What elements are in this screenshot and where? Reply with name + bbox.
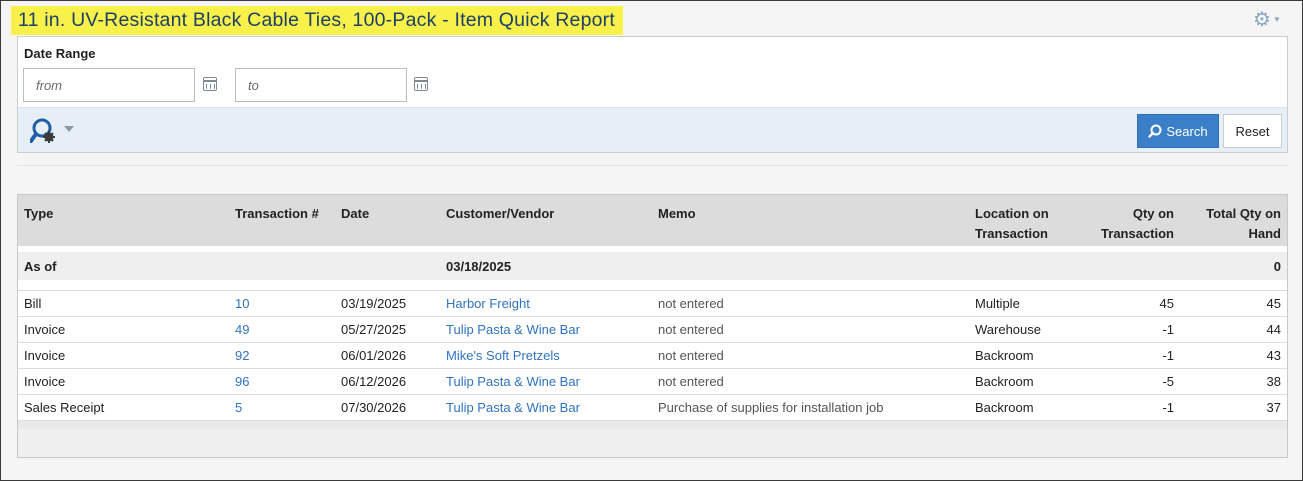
- calendar-to-icon[interactable]: [414, 77, 428, 91]
- cell-memo: Purchase of supplies for installation jo…: [652, 394, 969, 421]
- calendar-from-icon[interactable]: [203, 77, 217, 91]
- cell-location: Multiple: [969, 290, 1083, 317]
- header-qty-on-transaction[interactable]: Qty on Transaction: [1083, 195, 1180, 246]
- search-button[interactable]: Search: [1137, 114, 1219, 148]
- cell-qty: -1: [1083, 342, 1180, 369]
- cell-memo: not entered: [652, 342, 969, 369]
- as-of-total: 0: [1180, 252, 1287, 280]
- table-header-row: Type Transaction # Date Customer/Vendor …: [18, 195, 1287, 246]
- header-location[interactable]: Location on Transaction: [969, 195, 1083, 246]
- cell-type: Invoice: [18, 368, 229, 395]
- as-of-date: 03/18/2025: [440, 252, 652, 280]
- report-table-container: Type Transaction # Date Customer/Vendor …: [17, 194, 1288, 458]
- table-row: Invoice 96 06/12/2026 Tulip Pasta & Wine…: [18, 368, 1287, 395]
- cell-date: 05/27/2025: [335, 316, 440, 343]
- cell-location: Backroom: [969, 394, 1083, 421]
- header-date[interactable]: Date: [335, 195, 440, 246]
- header-memo[interactable]: Memo: [652, 195, 969, 246]
- transaction-link[interactable]: 96: [235, 374, 249, 389]
- cell-location: Backroom: [969, 368, 1083, 395]
- cell-location: Backroom: [969, 342, 1083, 369]
- header-customer-vendor[interactable]: Customer/Vendor: [440, 195, 652, 246]
- header-total-qty-on-hand[interactable]: Total Qty on Hand: [1180, 195, 1287, 246]
- cell-total: 45: [1180, 290, 1287, 317]
- header-type[interactable]: Type: [18, 195, 229, 246]
- reset-button[interactable]: Reset: [1223, 114, 1282, 148]
- cell-qty: -1: [1083, 394, 1180, 421]
- date-range-label: Date Range: [24, 46, 96, 61]
- as-of-label: As of: [18, 252, 229, 280]
- cell-memo: not entered: [652, 368, 969, 395]
- settings-menu[interactable]: ⚙ ▼: [1253, 10, 1289, 30]
- gear-icon[interactable]: ⚙: [1253, 10, 1271, 30]
- cell-total: 43: [1180, 342, 1287, 369]
- as-of-row: As of 03/18/2025 0: [18, 252, 1287, 280]
- customer-vendor-link[interactable]: Mike's Soft Pretzels: [446, 348, 560, 363]
- report-table: Type Transaction # Date Customer/Vendor …: [18, 195, 1287, 449]
- transaction-link[interactable]: 5: [235, 400, 242, 415]
- cell-memo: not entered: [652, 316, 969, 343]
- cell-date: 06/01/2026: [335, 342, 440, 369]
- transaction-link[interactable]: 49: [235, 322, 249, 337]
- divider: [17, 165, 1288, 166]
- search-button-label: Search: [1166, 123, 1208, 139]
- transaction-link[interactable]: 10: [235, 296, 249, 311]
- date-to-input[interactable]: [235, 68, 407, 102]
- cell-memo: not entered: [652, 290, 969, 317]
- cell-type: Bill: [18, 290, 229, 317]
- date-from-input[interactable]: [23, 68, 195, 102]
- customer-vendor-link[interactable]: Tulip Pasta & Wine Bar: [446, 374, 580, 389]
- table-row: Invoice 49 05/27/2025 Tulip Pasta & Wine…: [18, 316, 1287, 343]
- table-row: Invoice 92 06/01/2026 Mike's Soft Pretze…: [18, 342, 1287, 369]
- page-title: 11 in. UV-Resistant Black Cable Ties, 10…: [11, 6, 623, 35]
- cell-type: Invoice: [18, 342, 229, 369]
- cell-total: 38: [1180, 368, 1287, 395]
- customer-vendor-link[interactable]: Tulip Pasta & Wine Bar: [446, 322, 580, 337]
- cell-date: 06/12/2026: [335, 368, 440, 395]
- report-window: 11 in. UV-Resistant Black Cable Ties, 10…: [0, 0, 1303, 481]
- cell-type: Invoice: [18, 316, 229, 343]
- cell-qty: -1: [1083, 316, 1180, 343]
- cell-location: Warehouse: [969, 316, 1083, 343]
- search-settings-icon[interactable]: [30, 117, 76, 145]
- customer-vendor-link[interactable]: Harbor Freight: [446, 296, 530, 311]
- table-row: Bill 10 03/19/2025 Harbor Freight not en…: [18, 290, 1287, 317]
- caret-down-icon[interactable]: ▼: [1273, 10, 1281, 30]
- header-transaction[interactable]: Transaction #: [229, 195, 335, 246]
- cell-date: 07/30/2026: [335, 394, 440, 421]
- transaction-link[interactable]: 92: [235, 348, 249, 363]
- filter-toolbar: Search Reset: [18, 107, 1287, 152]
- cell-total: 44: [1180, 316, 1287, 343]
- filter-panel: Date Range from to Search Reset: [17, 36, 1288, 153]
- customer-vendor-link[interactable]: Tulip Pasta & Wine Bar: [446, 400, 580, 415]
- table-footer-band: [18, 429, 1287, 457]
- cell-type: Sales Receipt: [18, 394, 229, 421]
- cell-date: 03/19/2025: [335, 290, 440, 317]
- table-row: Sales Receipt 5 07/30/2026 Tulip Pasta &…: [18, 394, 1287, 421]
- cell-qty: 45: [1083, 290, 1180, 317]
- cell-total: 37: [1180, 394, 1287, 421]
- magnifier-icon: [1148, 124, 1162, 138]
- cell-qty: -5: [1083, 368, 1180, 395]
